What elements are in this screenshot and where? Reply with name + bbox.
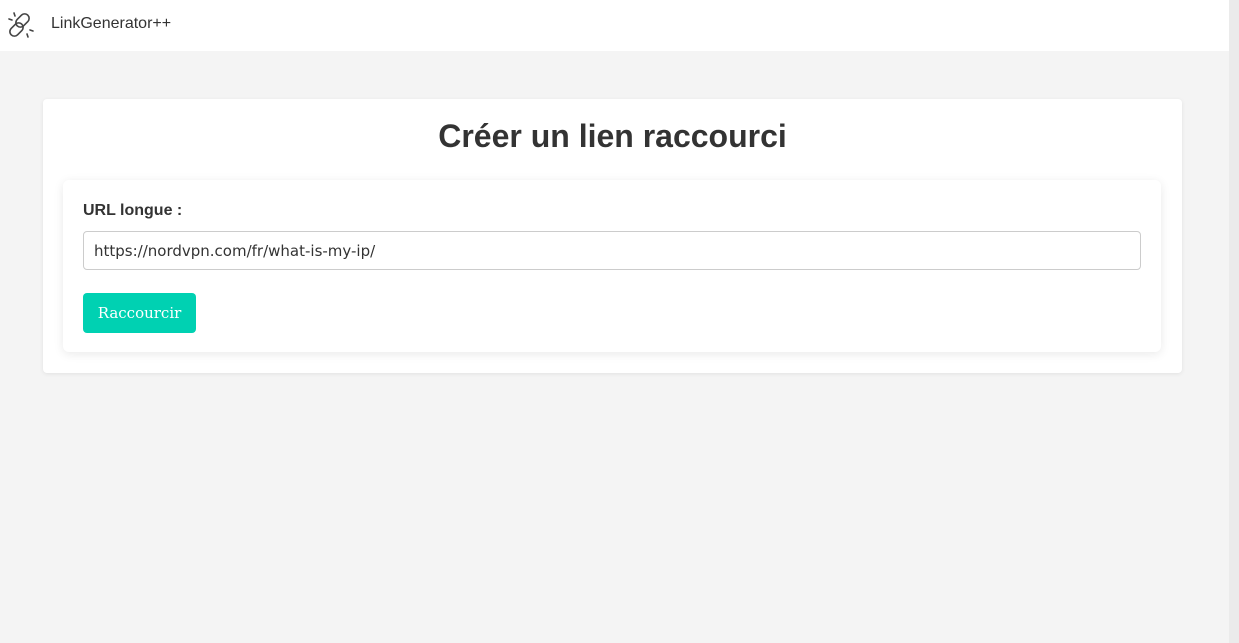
page-title: Créer un lien raccourci <box>438 118 787 154</box>
url-input[interactable] <box>83 231 1141 270</box>
brand-name[interactable]: LinkGenerator++ <box>51 15 171 33</box>
navbar: LinkGenerator++ <box>0 0 1229 51</box>
shorten-form: URL longue : Raccourcir <box>63 180 1161 352</box>
link-chain-icon[interactable] <box>6 10 36 40</box>
scrollbar[interactable] <box>1229 0 1239 643</box>
shorten-button[interactable]: Raccourcir <box>83 293 196 333</box>
url-label: URL longue : <box>83 202 183 219</box>
page: LinkGenerator++ Créer un lien raccourci … <box>0 0 1239 643</box>
shortener-card: Créer un lien raccourci URL longue : Rac… <box>43 99 1182 373</box>
